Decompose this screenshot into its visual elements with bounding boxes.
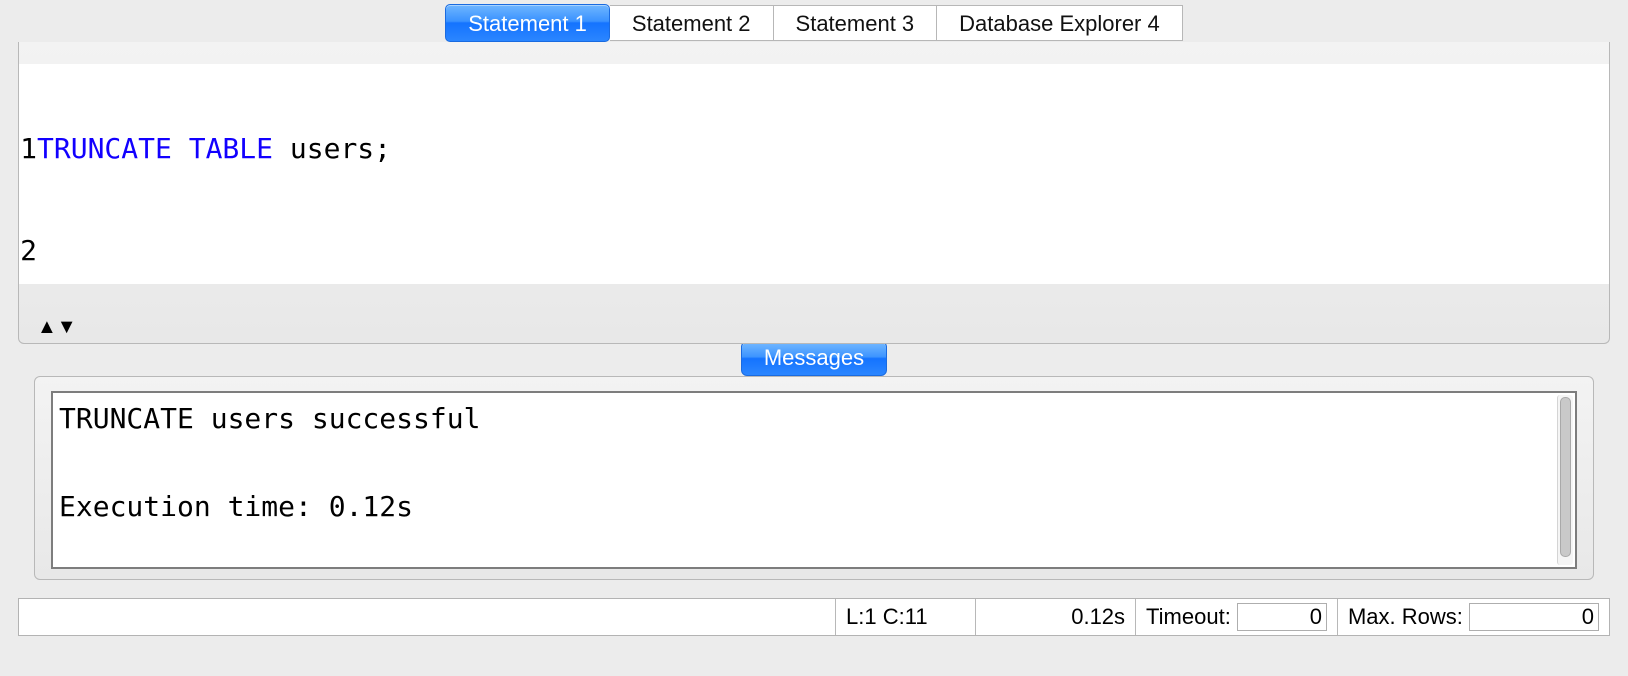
triangle-up-icon: ▲ — [37, 321, 57, 333]
status-spacer — [19, 599, 836, 635]
tab-database-explorer-4[interactable]: Database Explorer 4 — [937, 5, 1183, 41]
cursor-position-text: L:1 C:11 — [846, 604, 928, 630]
messages-panel: TRUNCATE users successful Execution time… — [34, 376, 1594, 580]
execution-time: 0.12s — [976, 599, 1136, 635]
line-number: 2 — [19, 234, 37, 268]
maxrows-label: Max. Rows: — [1348, 604, 1463, 630]
status-bar: L:1 C:11 0.12s Timeout: Max. Rows: — [18, 598, 1610, 636]
timeout-label: Timeout: — [1146, 604, 1231, 630]
code-line: TRUNCATE TABLE users; — [37, 132, 1609, 166]
messages-output[interactable]: TRUNCATE users successful Execution time… — [51, 391, 1577, 569]
app-root: Statement 1 Statement 2 Statement 3 Data… — [0, 0, 1628, 676]
timeout-input[interactable] — [1237, 603, 1327, 631]
tab-statement-2[interactable]: Statement 2 — [610, 5, 774, 41]
timeout-cell: Timeout: — [1136, 599, 1338, 635]
tab-statement-3[interactable]: Statement 3 — [774, 5, 938, 41]
tab-label: Statement 2 — [632, 11, 751, 36]
message-line: Execution time: 0.12s — [59, 490, 413, 523]
split-handle[interactable]: ▲▼ — [37, 321, 77, 333]
tab-label: Statement 3 — [796, 11, 915, 36]
messages-tab[interactable]: Messages — [741, 341, 887, 376]
messages-tab-label: Messages — [764, 345, 864, 370]
tab-strip: Statement 1 Statement 2 Statement 3 Data… — [445, 4, 1182, 42]
code-area[interactable]: TRUNCATE TABLE users; — [37, 64, 1609, 284]
line-number: 1 — [19, 132, 37, 166]
sql-text: users; — [273, 132, 391, 165]
maxrows-input[interactable] — [1469, 603, 1599, 631]
line-number-gutter: 1 2 — [19, 64, 37, 284]
code-line — [37, 234, 1609, 268]
messages-text: TRUNCATE users successful Execution time… — [53, 393, 1575, 533]
execution-time-text: 0.12s — [1071, 604, 1125, 630]
maxrows-cell: Max. Rows: — [1338, 599, 1609, 635]
messages-scrollbar[interactable] — [1557, 395, 1573, 565]
tab-label: Statement 1 — [468, 11, 587, 36]
sql-editor[interactable]: 1 2 TRUNCATE TABLE users; — [19, 64, 1609, 284]
cursor-position: L:1 C:11 — [836, 599, 976, 635]
sql-keyword: TRUNCATE TABLE — [37, 132, 273, 165]
scrollbar-thumb[interactable] — [1560, 397, 1571, 557]
tab-statement-1[interactable]: Statement 1 — [445, 4, 610, 42]
message-line: TRUNCATE users successful — [59, 402, 480, 435]
triangle-down-icon: ▼ — [57, 321, 77, 333]
editor-panel: 1 2 TRUNCATE TABLE users; ▲▼ — [18, 42, 1610, 344]
tab-bar: Statement 1 Statement 2 Statement 3 Data… — [0, 0, 1628, 42]
status-bar-wrap: L:1 C:11 0.12s Timeout: Max. Rows: — [18, 598, 1610, 636]
tab-label: Database Explorer 4 — [959, 11, 1160, 36]
